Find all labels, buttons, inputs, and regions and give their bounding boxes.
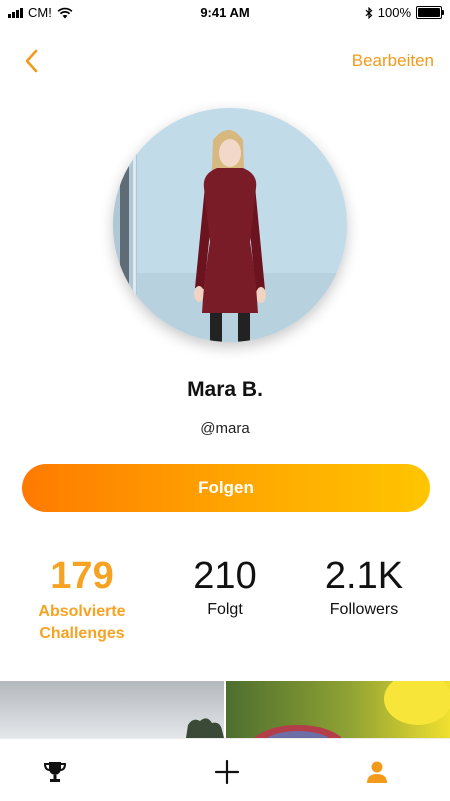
trophy-icon: [43, 762, 67, 782]
photo-grid: [0, 681, 450, 738]
stat-label-line: Challenges: [39, 625, 125, 642]
bluetooth-icon: [365, 6, 373, 19]
tab-challenges[interactable]: [40, 757, 70, 787]
battery-icon: [416, 6, 444, 19]
chevron-left-icon: [25, 49, 38, 73]
stat-label: Folgt: [207, 601, 243, 618]
profile-avatar: [113, 108, 347, 342]
photo-thumbnail[interactable]: [226, 681, 450, 738]
stat-challenges[interactable]: 179 Absolvierte Challenges: [7, 554, 157, 645]
tab-create[interactable]: [212, 757, 242, 787]
status-bar: CM! 9:41 AM 100%: [0, 0, 450, 24]
person-icon: [367, 761, 387, 783]
stat-followers[interactable]: 2.1K Followers: [289, 554, 439, 619]
status-right: 100%: [365, 5, 444, 20]
plus-icon: [214, 759, 240, 785]
stat-label: Absolvierte Challenges: [7, 601, 157, 645]
photo-thumbnail[interactable]: [0, 681, 224, 738]
stat-value: 210: [193, 555, 257, 597]
battery-percentage: 100%: [377, 5, 411, 20]
edit-button[interactable]: Bearbeiten: [352, 51, 434, 71]
profile-handle: @mara: [200, 420, 250, 437]
stat-value: 2.1K: [324, 555, 404, 597]
tab-profile[interactable]: [362, 757, 392, 787]
profile-name: Mara B.: [187, 378, 263, 401]
stat-label: Followers: [329, 601, 399, 618]
tab-bar: [0, 738, 450, 801]
stat-value: 179: [50, 555, 114, 597]
stat-label-line: Absolvierte: [38, 603, 126, 620]
stat-following[interactable]: 210 Folgt: [150, 554, 300, 619]
follow-button[interactable]: Folgen: [22, 464, 430, 512]
back-button[interactable]: [18, 46, 48, 76]
